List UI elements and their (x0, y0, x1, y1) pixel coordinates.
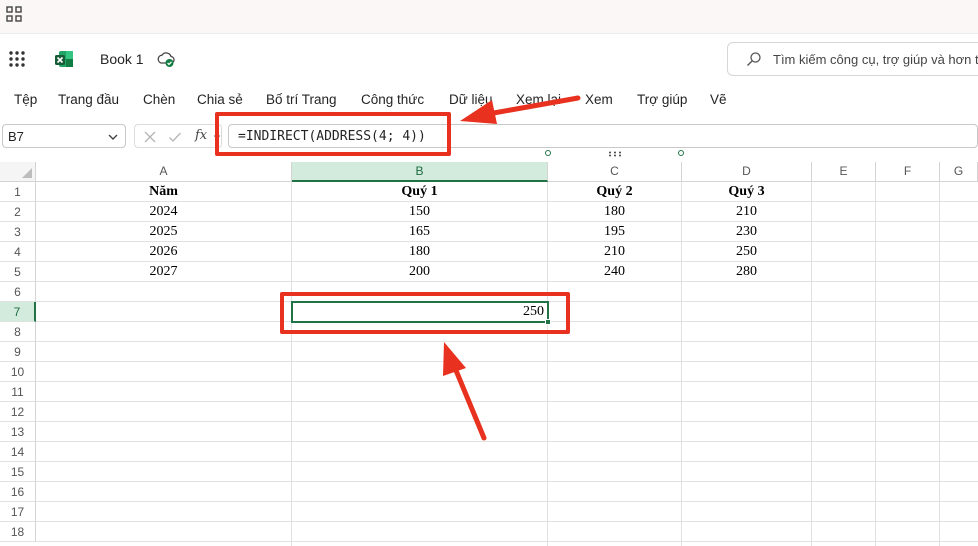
name-box-value: B7 (8, 129, 24, 144)
row-header-14[interactable]: 14 (0, 442, 36, 462)
cell-c4[interactable]: 210 (548, 242, 682, 262)
cell-a2[interactable]: 2024 (36, 202, 292, 222)
tab-help[interactable]: Trợ giúp (637, 92, 687, 107)
cell-a3[interactable]: 2025 (36, 222, 292, 242)
formula-bar: B7 fx =INDIRECT(ADDRESS(4; 4)) (0, 120, 978, 150)
cell-d4[interactable]: 250 (682, 242, 812, 262)
column-header-c[interactable]: C (548, 162, 682, 182)
top-strip (0, 0, 978, 34)
tab-draw[interactable]: Vẽ (710, 92, 727, 107)
row-header-13[interactable]: 13 (0, 422, 36, 442)
tab-page-layout[interactable]: Bố trí Trang (266, 92, 337, 107)
search-placeholder: Tìm kiếm công cụ, trợ giúp và hơn thế nữ… (773, 52, 978, 67)
spreadsheet-grid: A B C D E F G 1 2 3 4 5 6 7 8 9 10 11 12… (0, 150, 978, 546)
drag-handle-icon[interactable] (608, 151, 622, 157)
row-header-18[interactable]: 18 (0, 522, 36, 542)
row-header-10[interactable]: 10 (0, 362, 36, 382)
tab-share[interactable]: Chia sẻ (197, 92, 243, 107)
cell-b1[interactable]: Quý 1 (292, 182, 548, 202)
apps-grid-icon[interactable] (6, 6, 22, 22)
row-header-12[interactable]: 12 (0, 402, 36, 422)
name-box[interactable]: B7 (2, 124, 126, 148)
search-icon (747, 52, 761, 67)
cell-a1[interactable]: Năm (36, 182, 292, 202)
row-header-4[interactable]: 4 (0, 242, 36, 262)
selection-handle[interactable] (545, 150, 551, 156)
cell-b4[interactable]: 180 (292, 242, 548, 262)
row-header-7[interactable]: 7 (0, 302, 36, 322)
column-header-f[interactable]: F (876, 162, 940, 182)
row-header-8[interactable]: 8 (0, 322, 36, 342)
tab-home[interactable]: Trang đầu (58, 92, 119, 107)
cell-b2[interactable]: 150 (292, 202, 548, 222)
cell-a5[interactable]: 2027 (36, 262, 292, 282)
formula-highlight-box (215, 112, 451, 156)
chevron-down-icon[interactable] (107, 131, 119, 143)
cell-c3[interactable]: 195 (548, 222, 682, 242)
tab-data[interactable]: Dữ liệu (449, 92, 493, 107)
tab-view[interactable]: Xem (585, 92, 613, 107)
selection-handle[interactable] (678, 150, 684, 156)
app-launcher-icon[interactable] (8, 50, 26, 68)
cloud-sync-icon[interactable] (156, 49, 176, 69)
cell-a4[interactable]: 2026 (36, 242, 292, 262)
column-header-b[interactable]: B (292, 162, 548, 182)
excel-logo-icon[interactable] (54, 49, 74, 69)
row-header-17[interactable]: 17 (0, 502, 36, 522)
row-header-11[interactable]: 11 (0, 382, 36, 402)
row-header-1[interactable]: 1 (0, 182, 36, 202)
checkmark-icon[interactable] (168, 130, 182, 144)
cell-d1[interactable]: Quý 3 (682, 182, 812, 202)
app-header: Book 1 Tìm kiếm công cụ, trợ giúp và hơn… (0, 34, 978, 84)
workbook-title[interactable]: Book 1 (100, 51, 144, 67)
row-header-15[interactable]: 15 (0, 462, 36, 482)
cell-c1[interactable]: Quý 2 (548, 182, 682, 202)
tab-review[interactable]: Xem lại (516, 92, 561, 107)
row-header-2[interactable]: 2 (0, 202, 36, 222)
result-highlight-box (280, 292, 570, 334)
cell-c2[interactable]: 180 (548, 202, 682, 222)
insert-function-button[interactable]: fx (195, 128, 207, 143)
column-header-a[interactable]: A (36, 162, 292, 182)
select-all-corner[interactable] (0, 162, 36, 182)
tab-formulas[interactable]: Công thức (361, 92, 424, 107)
row-header-6[interactable]: 6 (0, 282, 36, 302)
row-header-3[interactable]: 3 (0, 222, 36, 242)
row-header-9[interactable]: 9 (0, 342, 36, 362)
row-header-16[interactable]: 16 (0, 482, 36, 502)
cancel-x-icon[interactable] (143, 130, 157, 144)
cell-d3[interactable]: 230 (682, 222, 812, 242)
cell-c5[interactable]: 240 (548, 262, 682, 282)
tab-insert[interactable]: Chèn (143, 92, 175, 107)
cell-b5[interactable]: 200 (292, 262, 548, 282)
ribbon-tabs: Tệp Trang đầu Chèn Chia sẻ Bố trí Trang … (0, 84, 978, 118)
search-box[interactable]: Tìm kiếm công cụ, trợ giúp và hơn thế nữ… (727, 42, 978, 76)
column-header-e[interactable]: E (812, 162, 876, 182)
tab-file[interactable]: Tệp (14, 92, 37, 107)
cell-b3[interactable]: 165 (292, 222, 548, 242)
cell-d2[interactable]: 210 (682, 202, 812, 222)
cell-d5[interactable]: 280 (682, 262, 812, 282)
formula-actions: fx (134, 124, 222, 148)
row-header-5[interactable]: 5 (0, 262, 36, 282)
column-header-d[interactable]: D (682, 162, 812, 182)
column-header-g[interactable]: G (940, 162, 978, 182)
